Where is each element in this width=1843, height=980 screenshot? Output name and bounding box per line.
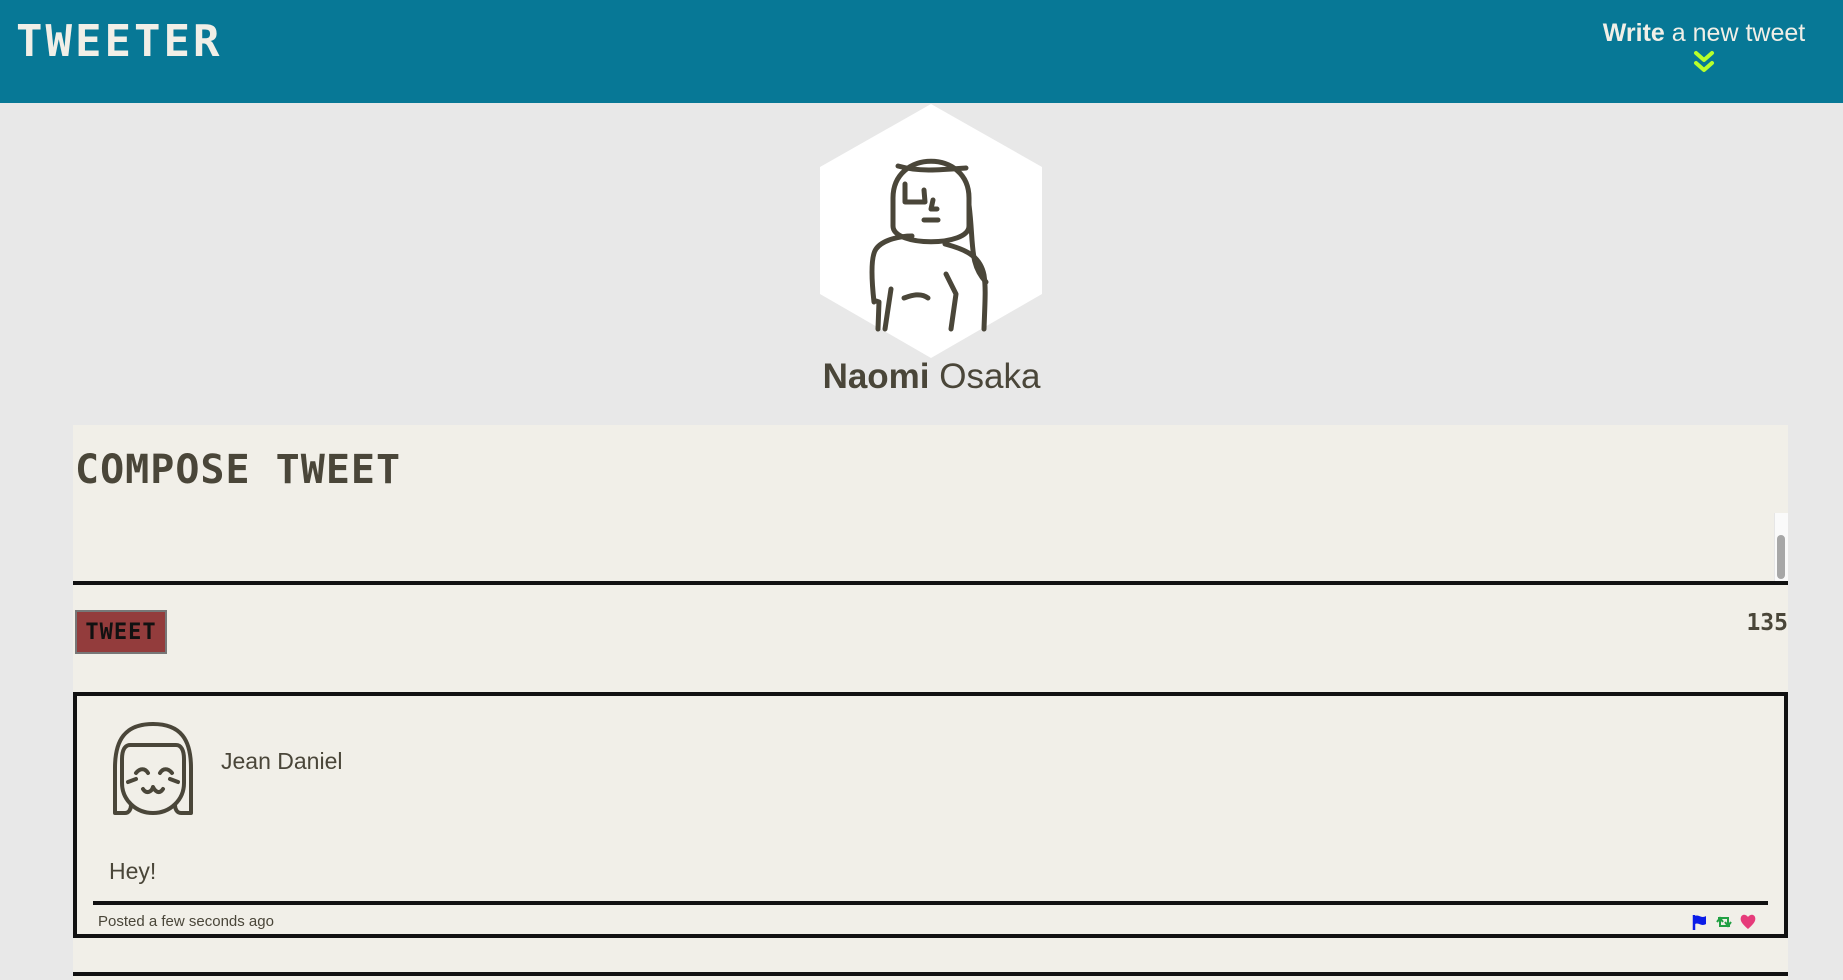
user-avatar-girl-icon <box>113 722 193 815</box>
compose-scrollbar-track[interactable] <box>1774 513 1788 581</box>
profile-name: Naomi Osaka <box>0 357 1843 397</box>
heart-icon[interactable] <box>1738 912 1758 932</box>
flag-icon-svg <box>1692 915 1706 930</box>
write-rest-text: a new tweet <box>1664 19 1806 47</box>
tweet-timestamp: Posted a few seconds ago <box>98 913 274 930</box>
heart-icon-svg <box>1740 914 1756 929</box>
profile-avatar-hexagon <box>820 104 1042 358</box>
tweet-text: Hey! <box>109 858 157 884</box>
tweet-divider <box>93 901 1768 905</box>
user-avatar-woman-icon <box>820 104 1042 358</box>
tweet-actions <box>1690 912 1758 932</box>
write-bold-text: Write <box>1602 19 1665 47</box>
character-counter: 135 <box>1746 610 1788 636</box>
compose-scrollbar-thumb[interactable] <box>1777 535 1785 579</box>
main-content: COMPOSE TWEET TWEET 135 Jean Daniel Hey!… <box>73 425 1788 980</box>
compose-title: COMPOSE TWEET <box>75 447 402 493</box>
compose-textarea-wrapper <box>73 513 1788 585</box>
app-brand[interactable]: TWEETER <box>16 20 222 64</box>
compose-textarea[interactable] <box>73 513 1773 581</box>
first-name: Naomi <box>822 357 930 396</box>
tweet-author[interactable]: Jean Daniel <box>221 748 342 775</box>
retweet-icon[interactable] <box>1714 912 1734 932</box>
flag-icon[interactable] <box>1690 912 1710 932</box>
tweet-card[interactable]: Jean Daniel Hey! Posted a few seconds ag… <box>73 692 1788 938</box>
write-new-tweet-link[interactable]: Write a new tweet <box>1589 18 1819 74</box>
retweet-icon-svg <box>1716 916 1732 928</box>
tweet-button[interactable]: TWEET <box>75 610 167 654</box>
top-bar: TWEETER Write a new tweet <box>0 0 1843 103</box>
chevron-double-down-icon[interactable] <box>1693 50 1715 74</box>
last-name: Osaka <box>929 357 1041 396</box>
next-tweet-card-top <box>73 972 1788 980</box>
